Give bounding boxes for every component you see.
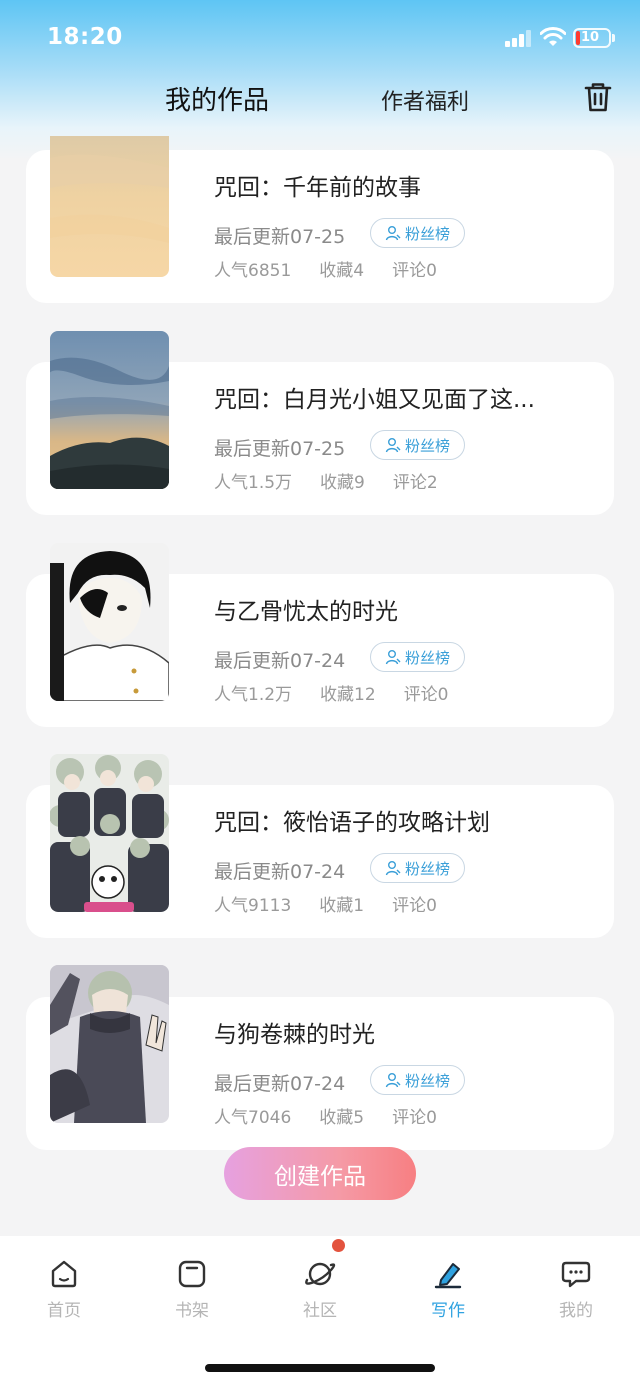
work-updated: 最后更新07-24 xyxy=(214,861,346,883)
pen-icon xyxy=(434,1263,462,1289)
bottom-nav: 首页 书架 社区 写作 我的 xyxy=(0,1236,640,1385)
work-updated: 最后更新07-25 xyxy=(214,438,346,460)
work-cover-image[interactable] xyxy=(50,331,169,489)
work-favorites: 收藏9 xyxy=(320,473,365,493)
home-icon xyxy=(51,1260,77,1288)
work-title: 咒回：筱怡语子的攻略计划 xyxy=(214,810,490,836)
work-cover-image[interactable] xyxy=(50,543,169,701)
fan-ranking-label: 粉丝榜 xyxy=(404,859,450,878)
nav-item-bookshelf[interactable]: 书架 xyxy=(152,1258,232,1321)
work-favorites: 收藏5 xyxy=(319,1108,365,1128)
work-comments: 评论2 xyxy=(392,473,438,493)
work-comments: 评论0 xyxy=(392,1108,437,1128)
work-title: 与狗卷棘的时光 xyxy=(214,1022,375,1048)
fan-ranking-label: 粉丝榜 xyxy=(404,436,450,455)
status-bar: 18:20 10 xyxy=(0,0,640,76)
user-icon xyxy=(385,861,401,876)
work-updated: 最后更新07-25 xyxy=(214,226,346,248)
work-stats: 人气1.2万 收藏12 评论0 xyxy=(214,680,477,705)
work-stats: 人气6851 收藏4 评论0 xyxy=(214,256,465,281)
nav-label: 写作 xyxy=(431,1301,465,1321)
wifi-icon xyxy=(540,27,566,46)
work-cover-image[interactable] xyxy=(50,965,169,1123)
user-icon xyxy=(385,438,401,453)
bookshelf-icon xyxy=(178,1260,206,1288)
planet-icon xyxy=(305,1262,336,1286)
nav-label: 社区 xyxy=(303,1301,337,1321)
work-popularity: 人气7046 xyxy=(214,1108,292,1128)
work-cover-image[interactable] xyxy=(50,136,169,277)
nav-label: 我的 xyxy=(559,1301,593,1321)
work-popularity: 人气1.5万 xyxy=(214,473,293,493)
works-list[interactable]: 咒回：千年前的故事 最后更新07-25 粉丝榜 人气6851 收藏4 评论0 咒… xyxy=(0,136,640,1236)
work-popularity: 人气9113 xyxy=(214,896,292,916)
work-favorites: 收藏4 xyxy=(319,261,365,281)
work-updated: 最后更新07-24 xyxy=(214,650,346,672)
battery-level: 10 xyxy=(581,30,600,45)
chat-bubble-icon xyxy=(561,1261,591,1288)
nav-label: 书架 xyxy=(175,1301,209,1321)
fan-ranking-button[interactable]: 粉丝榜 xyxy=(370,1065,465,1095)
work-updated: 最后更新07-24 xyxy=(214,1073,346,1095)
work-stats: 人气7046 收藏5 评论0 xyxy=(214,1103,465,1128)
fan-ranking-label: 粉丝榜 xyxy=(404,224,450,243)
work-popularity: 人气6851 xyxy=(214,261,292,281)
nav-label: 首页 xyxy=(47,1301,81,1321)
status-time: 18:20 xyxy=(47,24,123,50)
work-comments: 评论0 xyxy=(392,896,437,916)
work-stats: 人气1.5万 收藏9 评论2 xyxy=(214,468,466,493)
fan-ranking-label: 粉丝榜 xyxy=(404,1071,450,1090)
nav-item-home[interactable]: 首页 xyxy=(24,1258,104,1321)
user-icon xyxy=(385,1073,401,1088)
nav-item-mine[interactable]: 我的 xyxy=(536,1258,616,1321)
work-favorites: 收藏12 xyxy=(320,685,376,705)
work-cover-image[interactable] xyxy=(50,754,169,912)
notification-dot xyxy=(332,1239,345,1252)
battery-icon: 10 xyxy=(573,28,611,48)
create-work-button[interactable]: 创建作品 xyxy=(224,1147,416,1200)
trash-icon[interactable] xyxy=(582,80,614,114)
user-icon xyxy=(385,226,401,241)
work-title: 咒回：千年前的故事 xyxy=(214,175,421,201)
work-stats: 人气9113 收藏1 评论0 xyxy=(214,891,465,916)
work-title: 与乙骨忧太的时光 xyxy=(214,599,398,625)
fan-ranking-button[interactable]: 粉丝榜 xyxy=(370,430,465,460)
tab-author-benefits[interactable]: 作者福利 xyxy=(381,84,469,116)
user-icon xyxy=(385,650,401,665)
home-indicator xyxy=(205,1364,435,1372)
cellular-signal-icon xyxy=(505,30,531,47)
nav-item-writing[interactable]: 写作 xyxy=(408,1258,488,1321)
fan-ranking-button[interactable]: 粉丝榜 xyxy=(370,853,465,883)
work-comments: 评论0 xyxy=(403,685,449,705)
work-title: 咒回：白月光小姐又见面了这... xyxy=(214,387,535,413)
work-comments: 评论0 xyxy=(392,261,437,281)
nav-item-community[interactable]: 社区 xyxy=(280,1258,360,1321)
fan-ranking-label: 粉丝榜 xyxy=(404,648,450,667)
work-popularity: 人气1.2万 xyxy=(214,685,293,705)
fan-ranking-button[interactable]: 粉丝榜 xyxy=(370,642,465,672)
work-favorites: 收藏1 xyxy=(319,896,365,916)
fan-ranking-button[interactable]: 粉丝榜 xyxy=(370,218,465,248)
tab-my-works[interactable]: 我的作品 xyxy=(165,80,269,117)
